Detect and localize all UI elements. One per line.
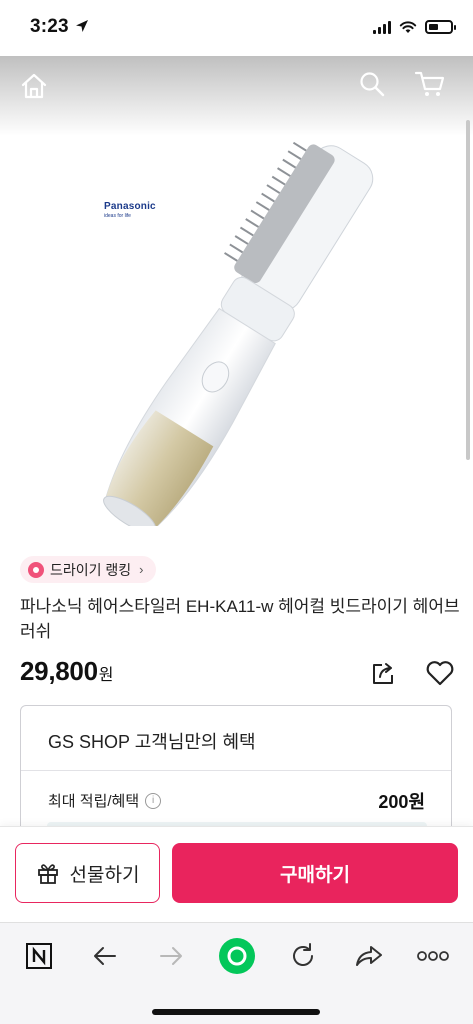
page: 3:23 Panasonic ideas for life 드라이기 랭킹 › … [0,0,473,1024]
back-arrow-icon [94,947,116,965]
divider [21,770,451,771]
product-image-area[interactable]: Panasonic ideas for life [0,56,473,538]
battery-icon [425,20,456,34]
hair-styler-product-image [103,141,374,526]
wifi-icon [399,21,417,33]
wishlist-button[interactable] [424,658,456,688]
status-indicators [373,20,456,34]
forward-arrow-icon [160,947,182,965]
cart-button[interactable] [410,64,450,104]
benefit-value: 200원 [378,792,425,812]
benefit-label-text: 최대 적립/혜택 [48,793,140,810]
chevron-right-icon: › [139,562,144,577]
browser-toolbar [0,922,473,1024]
gift-icon [37,864,58,884]
heart-icon [426,661,454,686]
benefit-title: GS SHOP 고객님만의 혜택 [48,732,256,752]
gift-button[interactable]: 선물하기 [15,843,160,903]
price-amount: 29,800 [20,656,98,686]
home-button[interactable] [14,66,54,106]
more-button[interactable] [408,931,458,981]
product-title: 파나소닉 헤어스타일러 EH-KA11-w 헤어컬 빗드라이기 헤어브러쉬 [20,597,460,641]
share-button[interactable] [368,658,398,688]
search-icon [360,72,385,97]
home-indicator[interactable] [152,1009,320,1015]
naver-green-dot-icon [219,938,255,974]
cellular-signal-icon [373,20,391,34]
gift-label: 선물하기 [69,864,140,886]
refresh-button[interactable] [278,931,328,981]
buy-button[interactable]: 구매하기 [172,843,458,903]
search-button[interactable] [352,64,392,104]
back-button[interactable] [80,931,130,981]
ranking-chip[interactable]: 드라이기 랭킹 › [20,556,156,583]
hero-top-gradient [0,56,473,136]
price-unit: 원 [98,667,114,684]
purchase-bar: 선물하기 구매하기 [0,826,473,922]
home-icon [21,73,47,99]
more-dots-icon [417,951,449,961]
share-page-button[interactable] [344,931,394,981]
naver-n-icon [26,943,52,969]
benefit-row-label: 최대 적립/혜택 i [48,790,162,811]
scroll-indicator[interactable] [466,120,470,460]
price: 29,800 원 [20,656,113,687]
cart-icon [414,71,445,96]
share-forward-icon [356,946,382,966]
naver-home-button[interactable] [14,931,64,981]
ranking-label: 드라이기 랭킹 [50,561,132,578]
medal-icon [28,561,44,578]
naver-green-button[interactable] [212,931,262,981]
refresh-icon [293,943,313,966]
location-arrow-icon [76,20,88,32]
buy-label: 구매하기 [280,864,350,886]
forward-button[interactable] [146,931,196,981]
status-bar: 3:23 [0,0,473,56]
share-icon [373,663,393,684]
info-icon[interactable]: i [145,792,162,809]
status-time: 3:23 [30,16,69,37]
